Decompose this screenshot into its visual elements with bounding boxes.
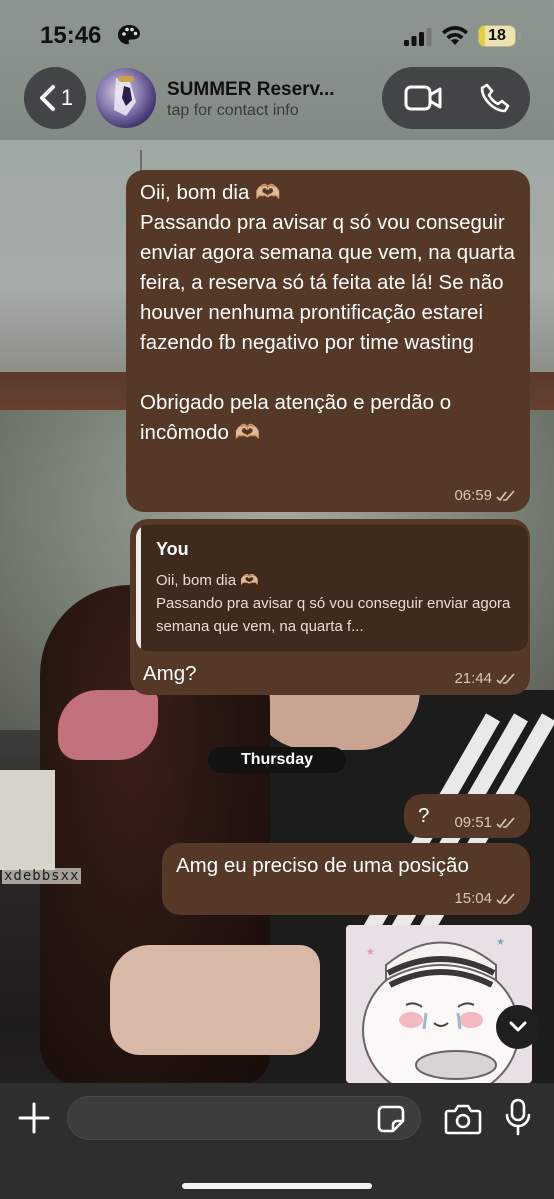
message-bubble[interactable]: ? 09:51 bbox=[404, 794, 530, 838]
message-text: ? bbox=[418, 804, 430, 827]
contact-info-hint[interactable]: tap for contact info bbox=[167, 102, 299, 120]
message-text: Oii, bom dia 🫶🏼 Passando pra avisar q só… bbox=[140, 181, 515, 444]
voice-call-button[interactable] bbox=[458, 67, 532, 129]
message-bubble[interactable]: Amg eu preciso de uma posição 15:04 bbox=[162, 843, 530, 915]
status-time: 15:46 bbox=[40, 22, 102, 49]
wallpaper-dog-mouth bbox=[58, 690, 158, 760]
call-actions bbox=[382, 67, 530, 129]
message-bubble[interactable]: Oii, bom dia 🫶🏼 Passando pra avisar q só… bbox=[126, 170, 530, 512]
message-time: 21:44 bbox=[454, 670, 492, 687]
message-time: 09:51 bbox=[454, 814, 492, 831]
message-text: Amg? bbox=[143, 662, 197, 685]
quote-bar bbox=[136, 525, 141, 651]
quoted-message[interactable]: You Oii, bom dia 🫶🏼 Passando pra avisar … bbox=[136, 525, 528, 651]
message-meta: 09:51 bbox=[454, 814, 516, 831]
svg-text:★: ★ bbox=[366, 947, 375, 958]
home-indicator bbox=[182, 1183, 372, 1189]
wallpaper-hand bbox=[110, 945, 320, 1055]
chevron-down-icon bbox=[509, 1021, 527, 1032]
quoted-text: Oii, bom dia 🫶🏼 Passando pra avisar q só… bbox=[156, 572, 511, 635]
camera-icon[interactable] bbox=[444, 1102, 482, 1136]
message-composer bbox=[0, 1083, 554, 1199]
wallpaper-watermark: xdebbsxx bbox=[2, 868, 82, 884]
palette-icon bbox=[118, 25, 140, 45]
sticker-image: ★ ★ ★ bbox=[346, 925, 532, 1083]
battery-icon: 18 bbox=[478, 25, 516, 47]
read-ticks-icon bbox=[496, 892, 515, 904]
message-text: Amg eu preciso de uma posição bbox=[176, 854, 469, 877]
battery-level: 18 bbox=[488, 27, 506, 44]
message-time: 06:59 bbox=[454, 487, 492, 504]
video-call-icon bbox=[404, 85, 442, 111]
avatar[interactable] bbox=[96, 68, 156, 128]
quoted-author: You bbox=[156, 539, 189, 559]
svg-text:★: ★ bbox=[496, 937, 505, 948]
read-ticks-icon bbox=[496, 489, 515, 501]
scroll-to-bottom-button[interactable] bbox=[496, 1005, 540, 1049]
plus-icon[interactable] bbox=[16, 1100, 52, 1136]
sticker-message[interactable]: ★ ★ ★ bbox=[346, 925, 532, 1083]
wallpaper-box bbox=[0, 770, 55, 870]
sticker-icon[interactable] bbox=[375, 1103, 407, 1135]
back-button[interactable]: 1 bbox=[24, 67, 86, 129]
message-meta: 21:44 bbox=[454, 670, 516, 687]
message-time: 15:04 bbox=[454, 890, 492, 907]
message-bubble-reply[interactable]: You Oii, bom dia 🫶🏼 Passando pra avisar … bbox=[130, 519, 530, 695]
contact-name[interactable]: SUMMER Reserv... bbox=[167, 79, 335, 101]
message-input[interactable] bbox=[67, 1096, 421, 1140]
message-meta: 15:04 bbox=[454, 890, 516, 907]
read-ticks-icon bbox=[496, 672, 515, 684]
date-separator: Thursday bbox=[208, 747, 346, 773]
video-call-button[interactable] bbox=[386, 67, 460, 129]
chat-header: 1 SUMMER Reserv... tap for contact info bbox=[0, 60, 554, 142]
wifi-icon bbox=[442, 26, 468, 45]
back-chevron-icon bbox=[39, 85, 55, 111]
mic-icon[interactable] bbox=[505, 1098, 531, 1136]
phone-icon bbox=[480, 83, 510, 113]
battery-tip bbox=[518, 32, 521, 40]
signal-icon bbox=[404, 28, 432, 46]
unread-count: 1 bbox=[60, 85, 74, 110]
message-meta: 06:59 bbox=[454, 487, 516, 504]
avatar-image bbox=[114, 76, 136, 116]
read-ticks-icon bbox=[496, 816, 515, 828]
